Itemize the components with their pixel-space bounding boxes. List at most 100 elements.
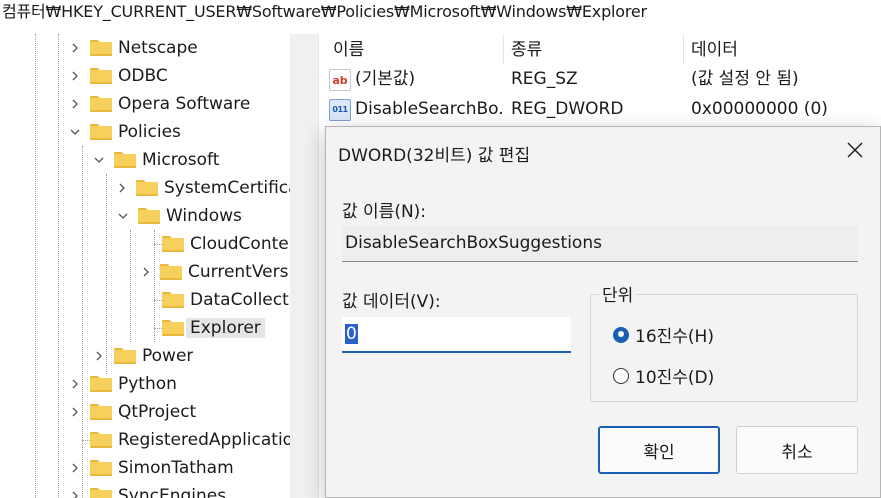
value-type: REG_SZ	[511, 69, 578, 89]
radio-unselected-icon[interactable]	[613, 367, 629, 384]
column-separator[interactable]	[683, 34, 684, 64]
chevron-right-icon[interactable]	[68, 69, 82, 83]
folder-icon	[136, 180, 158, 196]
ok-button[interactable]: 확인	[598, 426, 720, 474]
value-name-field[interactable]: DisableSearchBoxSuggestions	[342, 226, 858, 262]
folder-icon	[162, 236, 184, 252]
tree-item-label: Explorer	[186, 318, 265, 338]
tree-item-policies[interactable]: Policies	[68, 119, 181, 145]
tree-item-power[interactable]: Power	[92, 343, 193, 369]
tree-item-netscape[interactable]: Netscape	[68, 35, 198, 61]
chevron-right-icon[interactable]	[68, 41, 82, 55]
tree-item-systemcertificates[interactable]: SystemCertificates	[116, 175, 290, 201]
tree-item-label: Policies	[118, 122, 181, 142]
chevron-right-icon[interactable]	[68, 489, 82, 498]
chevron-down-icon[interactable]	[68, 125, 82, 139]
tree-item-cloudcontent[interactable]: CloudContent	[162, 231, 290, 257]
radio-decimal[interactable]: 10진수(D)	[613, 363, 714, 388]
column-header-type[interactable]: 종류	[511, 37, 542, 63]
column-header-data[interactable]: 데이터	[691, 37, 738, 63]
folder-icon	[138, 208, 160, 224]
radio-selected-icon[interactable]	[613, 326, 629, 343]
chevron-down-icon[interactable]	[116, 209, 130, 223]
binary-value-icon: 011	[329, 99, 351, 121]
dialog-title: DWORD(32비트) 값 편집	[338, 146, 531, 166]
folder-icon	[162, 292, 184, 308]
tree-guide-line	[154, 244, 162, 245]
chevron-right-icon[interactable]	[140, 265, 152, 279]
tree-item-simontatham[interactable]: SimonTatham	[68, 455, 234, 481]
folder-icon	[90, 40, 112, 56]
value-data: 0x00000000 (0)	[691, 99, 828, 119]
tree-item-syncengines[interactable]: SyncEngines	[68, 483, 226, 498]
chevron-right-icon[interactable]	[68, 461, 82, 475]
folder-icon	[90, 376, 112, 392]
tree-item-label: ODBC	[118, 66, 168, 86]
tree-item-label: Windows	[166, 206, 242, 226]
chevron-right-icon[interactable]	[92, 349, 106, 363]
column-separator[interactable]	[503, 34, 504, 64]
tree-item-label: CurrentVersion	[188, 262, 290, 282]
tree-item-label: Python	[118, 374, 177, 394]
tree-item-label: SimonTatham	[118, 458, 234, 478]
list-row-disablesearchbox[interactable]: 011 DisableSearchBo... REG_DWORD 0x00000…	[325, 94, 881, 124]
value-data: (값 설정 안 됨)	[691, 69, 799, 89]
value-name-label: 값 이름(N):	[342, 202, 427, 222]
tree-guide-line	[82, 146, 83, 498]
tree-scrollbar[interactable]	[290, 34, 318, 498]
tree-guide-line	[154, 300, 162, 301]
edit-dword-dialog: DWORD(32비트) 값 편집 값 이름(N): DisableSearchB…	[325, 126, 881, 498]
tree-guide-line	[154, 328, 162, 329]
tree-item-explorer[interactable]: Explorer	[162, 315, 265, 341]
tree-guide-line	[35, 34, 36, 498]
chevron-right-icon[interactable]	[68, 405, 82, 419]
value-data-text: 0	[345, 324, 358, 344]
tree-guide-line	[58, 34, 59, 498]
tree-guide-line	[130, 230, 131, 342]
tree-item-label: DataCollection	[190, 290, 290, 310]
chevron-right-icon[interactable]	[116, 181, 128, 195]
radio-hex-label: 16진수(H)	[635, 327, 714, 347]
tree-item-windows[interactable]: Windows	[116, 203, 242, 229]
address-bar[interactable]: 컴퓨터₩HKEY_CURRENT_USER₩Software₩Policies₩…	[0, 0, 881, 35]
folder-icon	[162, 320, 184, 336]
column-header-name[interactable]: 이름	[333, 37, 364, 63]
address-path: 컴퓨터₩HKEY_CURRENT_USER₩Software₩Policies₩…	[2, 2, 647, 21]
tree-item-python[interactable]: Python	[68, 371, 177, 397]
value-name: DisableSearchBo...	[355, 99, 503, 119]
tree-item-microsoft[interactable]: Microsoft	[92, 147, 219, 173]
value-name: (기본값)	[355, 69, 416, 89]
close-icon[interactable]	[844, 139, 866, 161]
tree-item-label: SystemCertificates	[164, 178, 290, 198]
registry-tree: Netscape ODBC Opera Software Policies Mi…	[0, 34, 318, 498]
tree-guide-line	[154, 230, 155, 342]
radio-hexadecimal[interactable]: 16진수(H)	[613, 322, 714, 347]
value-type: REG_DWORD	[511, 99, 624, 119]
folder-icon	[90, 124, 112, 140]
tree-item-label: SyncEngines	[118, 486, 227, 498]
tree-item-qtproject[interactable]: QtProject	[68, 399, 196, 425]
folder-icon	[90, 404, 112, 420]
folder-icon	[160, 264, 182, 280]
tree-item-opera-software[interactable]: Opera Software	[68, 91, 250, 117]
value-data-label: 값 데이터(V):	[342, 292, 441, 312]
list-row-default[interactable]: ab (기본값) REG_SZ (값 설정 안 됨)	[325, 64, 881, 94]
base-group: 단위 16진수(H) 10진수(D)	[590, 281, 858, 402]
cancel-button[interactable]: 취소	[736, 426, 858, 474]
tree-item-registeredapplications[interactable]: RegisteredApplications	[90, 427, 290, 453]
tree-item-label: RegisteredApplications	[118, 430, 290, 450]
tree-item-datacollection[interactable]: DataCollection	[162, 287, 290, 313]
tree-item-label: QtProject	[118, 402, 197, 422]
tree-item-odbc[interactable]: ODBC	[68, 63, 168, 89]
value-data-input[interactable]: 0	[342, 317, 571, 353]
tree-item-label: Power	[142, 346, 194, 366]
chevron-right-icon[interactable]	[68, 97, 82, 111]
base-group-label: 단위	[599, 281, 637, 306]
tree-item-currentversion[interactable]: CurrentVersion	[140, 259, 290, 285]
chevron-down-icon[interactable]	[92, 153, 106, 167]
folder-icon	[90, 68, 112, 84]
tree-item-label: CloudContent	[190, 234, 290, 254]
radio-dec-label: 10진수(D)	[635, 368, 715, 388]
chevron-right-icon[interactable]	[68, 377, 82, 391]
tree-item-label: Microsoft	[142, 150, 220, 170]
